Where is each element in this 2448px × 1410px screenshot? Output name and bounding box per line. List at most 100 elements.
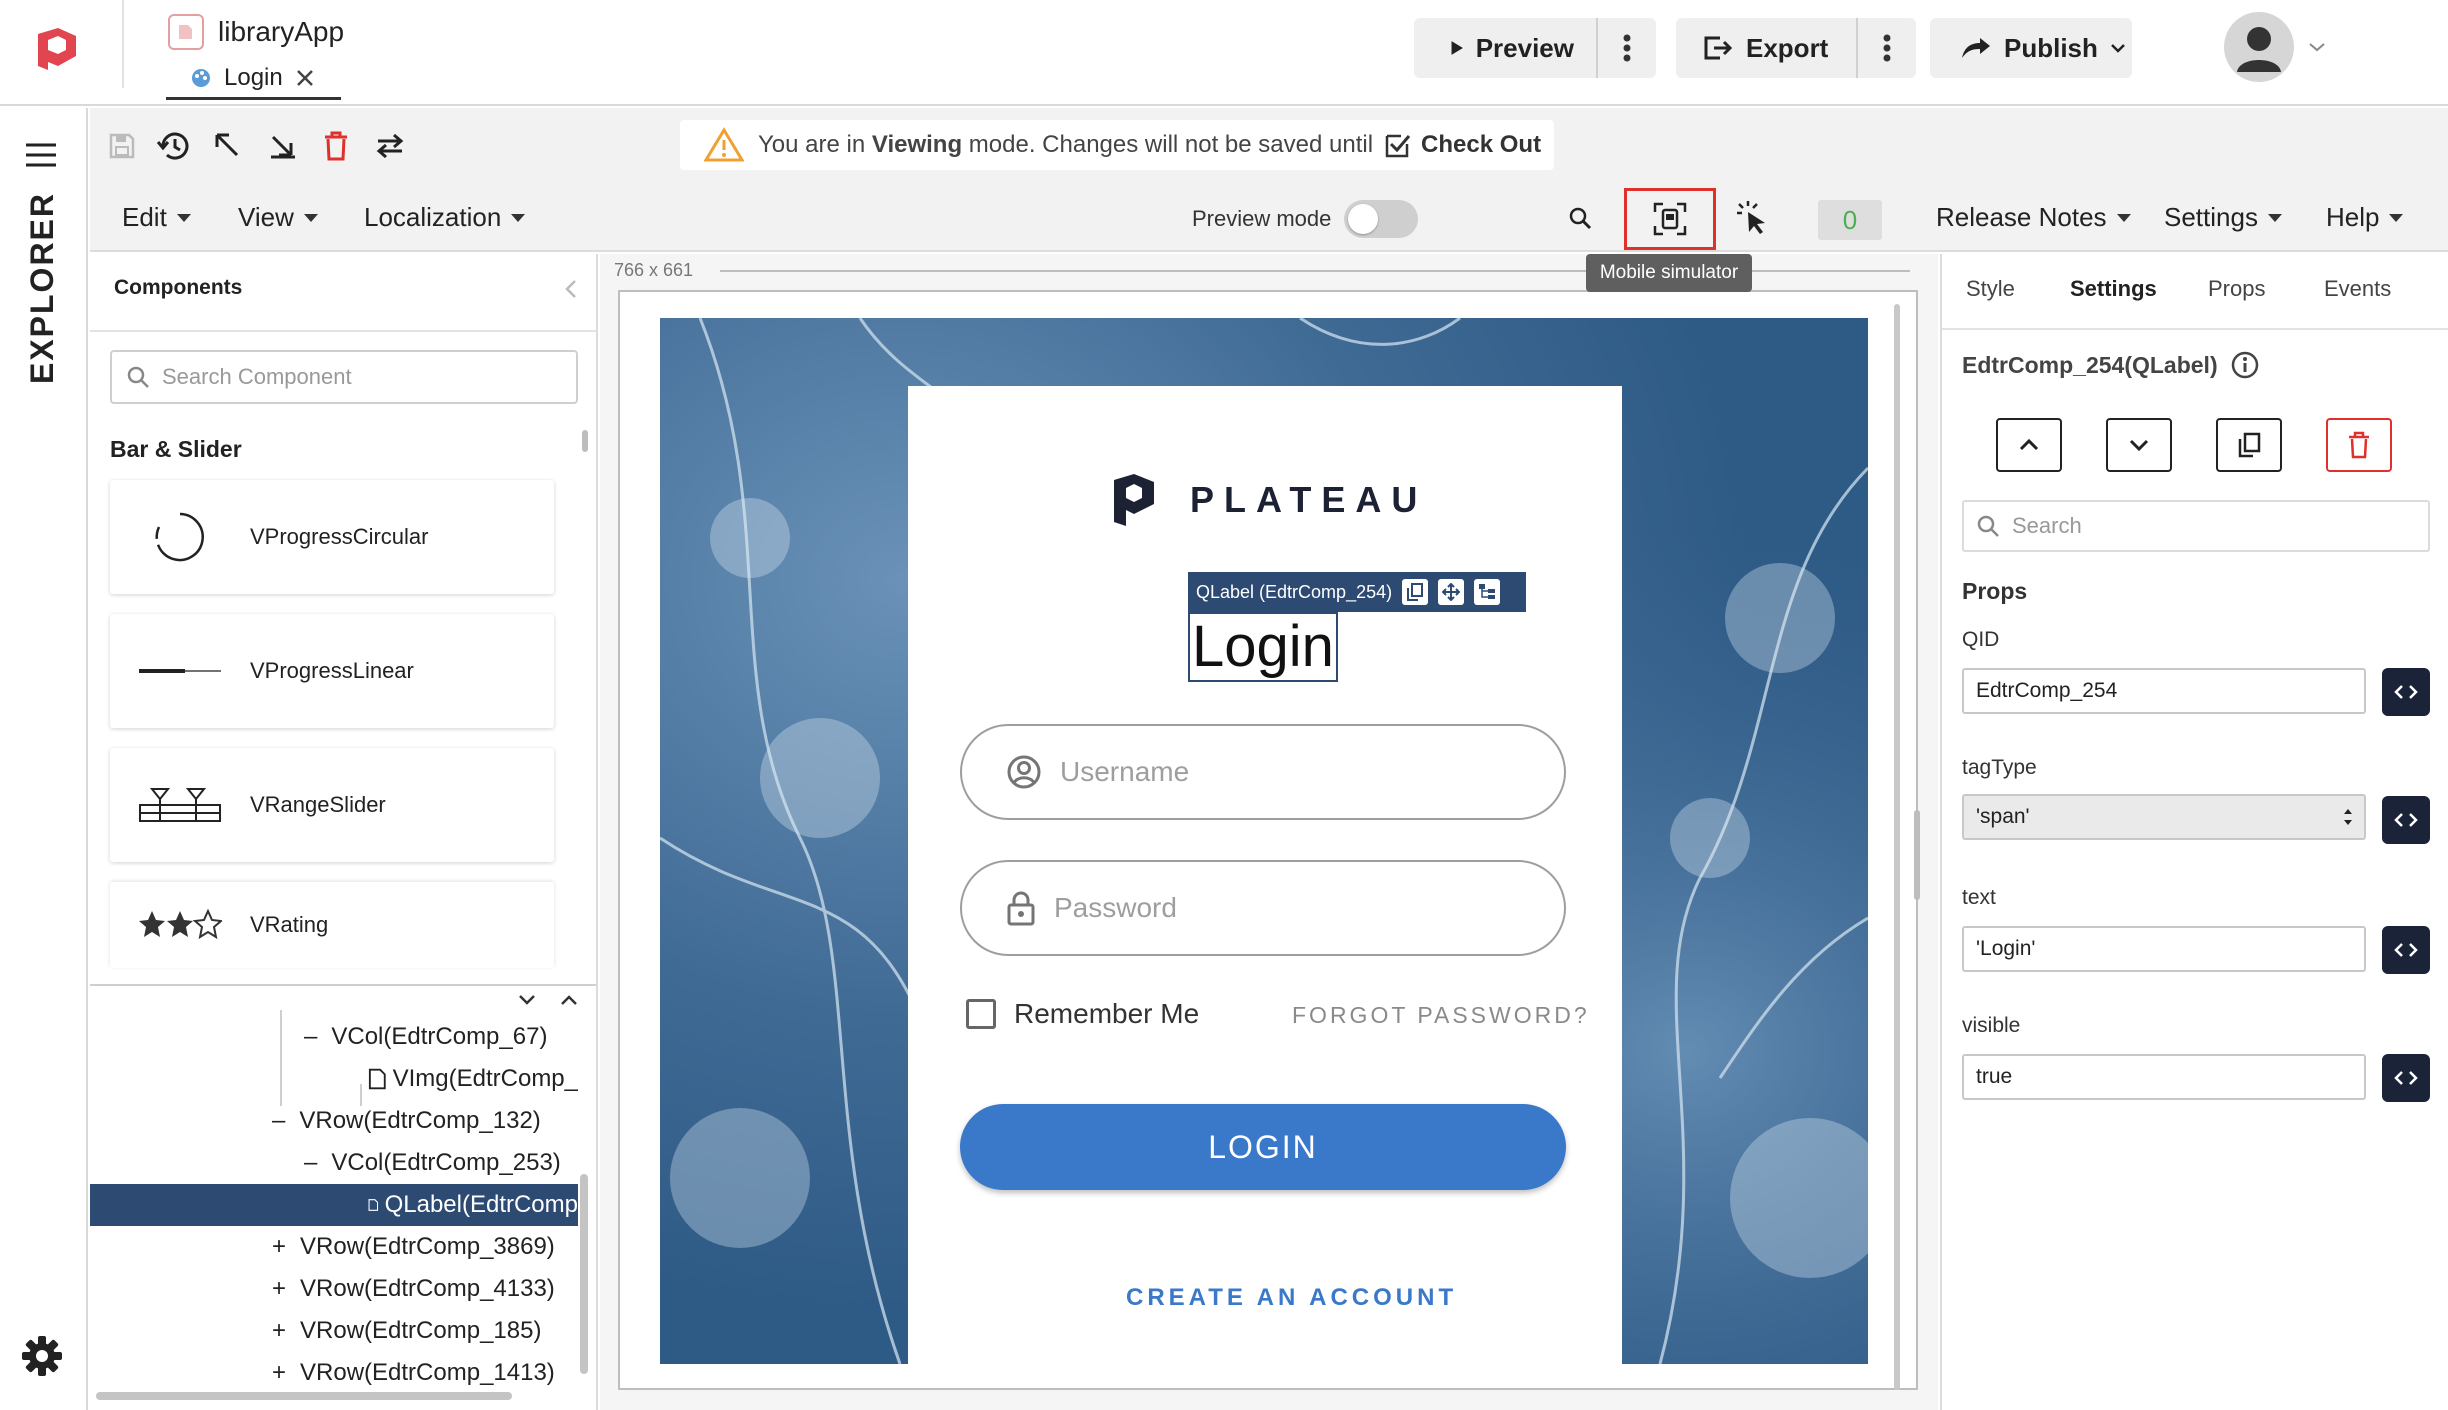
- tree-row[interactable]: + VRow(EdtrComp_3869): [90, 1226, 578, 1268]
- resize-handle[interactable]: [1914, 810, 1920, 900]
- tree-label: VCol(EdtrComp_253): [331, 1149, 561, 1176]
- user-menu[interactable]: [2224, 12, 2326, 82]
- qid-field[interactable]: EdtrComp_254: [1962, 668, 2366, 714]
- component-card-vprogresscircular[interactable]: VProgressCircular: [110, 480, 554, 594]
- export-button[interactable]: Export: [1676, 18, 1856, 78]
- app-logo-icon[interactable]: [34, 26, 80, 72]
- props-search-input[interactable]: Search: [1962, 500, 2430, 552]
- visible-field[interactable]: true: [1962, 1054, 2366, 1100]
- text-field[interactable]: 'Login': [1962, 926, 2366, 972]
- history-icon[interactable]: [154, 126, 194, 166]
- delete-component-button[interactable]: [2326, 418, 2392, 472]
- caret-down-icon: [176, 213, 191, 222]
- tree-scrollbar[interactable]: [580, 1174, 588, 1374]
- menu-view-label: View: [238, 202, 294, 232]
- publish-button[interactable]: Publish: [1930, 18, 2132, 78]
- more-vert-icon[interactable]: [1598, 18, 1656, 78]
- tree-toggle[interactable]: +: [272, 1359, 286, 1387]
- tab-props[interactable]: Props: [2208, 276, 2265, 302]
- page-tab-login[interactable]: Login: [166, 58, 341, 100]
- menu-release-notes[interactable]: Release Notes: [1936, 202, 2131, 233]
- tree-row[interactable]: – VRow(EdtrComp_132): [90, 1100, 578, 1142]
- settings-gear-icon[interactable]: [20, 1334, 64, 1378]
- change-counter-badge[interactable]: 0: [1818, 200, 1882, 240]
- login-title[interactable]: Login: [1188, 612, 1338, 682]
- username-input[interactable]: Username: [960, 724, 1566, 820]
- select-child-icon[interactable]: [262, 126, 302, 166]
- tree-row[interactable]: – VCol(EdtrComp_67): [90, 1016, 578, 1058]
- checkbox[interactable]: [966, 999, 996, 1029]
- selection-toolbar: QLabel (EdtrComp_254): [1188, 572, 1526, 612]
- move-down-button[interactable]: [2106, 418, 2172, 472]
- horizontal-scrollbar[interactable]: [96, 1392, 512, 1400]
- tree-toggle[interactable]: +: [272, 1233, 286, 1261]
- close-icon[interactable]: [295, 68, 315, 88]
- preview-button[interactable]: Preview: [1414, 18, 1596, 78]
- inspect-pointer-icon[interactable]: [1736, 200, 1770, 236]
- tree-structure-icon[interactable]: [1474, 579, 1501, 605]
- tab-style[interactable]: Style: [1966, 276, 2015, 302]
- play-icon: [1451, 41, 1463, 55]
- move-up-button[interactable]: [1996, 418, 2062, 472]
- tree-row-selected[interactable]: QLabel(EdtrComp: [90, 1184, 578, 1226]
- tab-events[interactable]: Events: [2324, 276, 2391, 302]
- code-button[interactable]: [2382, 1054, 2430, 1102]
- check-out-button[interactable]: Check Out: [1385, 131, 1541, 159]
- tab-settings[interactable]: Settings: [2070, 276, 2157, 302]
- code-button[interactable]: [2382, 668, 2430, 716]
- tree-row[interactable]: + VRow(EdtrComp_4133): [90, 1268, 578, 1310]
- mobile-simulator-button[interactable]: [1624, 188, 1716, 250]
- tagtype-select[interactable]: 'span': [1962, 794, 2366, 840]
- move-icon[interactable]: [1438, 579, 1465, 605]
- hamburger-menu-icon[interactable]: [24, 142, 58, 168]
- menu-help[interactable]: Help: [2326, 202, 2404, 233]
- tree-toggle[interactable]: –: [272, 1107, 285, 1135]
- component-label: VRangeSlider: [250, 792, 386, 817]
- tree-toggle[interactable]: –: [304, 1023, 317, 1051]
- search-icon[interactable]: [1568, 206, 1592, 230]
- swap-icon[interactable]: [370, 126, 410, 166]
- collapse-up-icon[interactable]: [560, 994, 578, 1006]
- menu-settings[interactable]: Settings: [2164, 202, 2282, 233]
- component-card-vrangeslider[interactable]: VRangeSlider: [110, 748, 554, 862]
- duplicate-button[interactable]: [2216, 418, 2282, 472]
- more-vert-icon[interactable]: [1858, 18, 1916, 78]
- preview-mode-toggle[interactable]: [1344, 200, 1418, 238]
- tree-toggle[interactable]: –: [304, 1149, 317, 1177]
- remember-me-checkbox[interactable]: Remember Me: [966, 998, 1199, 1030]
- tree-row[interactable]: + VRow(EdtrComp_1413): [90, 1352, 578, 1394]
- login-button[interactable]: LOGIN: [960, 1104, 1566, 1190]
- tree-toggle[interactable]: +: [272, 1275, 286, 1303]
- notice-mode: Viewing: [871, 131, 963, 158]
- scrollbar-thumb[interactable]: [582, 430, 588, 452]
- code-button[interactable]: [2382, 796, 2430, 844]
- password-input[interactable]: Password: [960, 860, 1566, 956]
- collapse-panel-icon[interactable]: [564, 278, 578, 300]
- forgot-password-link[interactable]: FORGOT PASSWORD?: [1292, 1002, 1590, 1029]
- info-icon[interactable]: [2230, 350, 2260, 380]
- copy-icon[interactable]: [1402, 579, 1429, 605]
- select-parent-icon[interactable]: [208, 126, 248, 166]
- component-card-vrating[interactable]: VRating: [110, 882, 554, 968]
- menu-localization[interactable]: Localization: [364, 202, 526, 233]
- explorer-label[interactable]: EXPLORER: [20, 192, 64, 384]
- caret-down-icon: [303, 213, 318, 222]
- code-button[interactable]: [2382, 926, 2430, 974]
- component-title: EdtrComp_254(QLabel): [1962, 351, 2218, 378]
- tree-row[interactable]: VImg(EdtrComp_: [90, 1058, 578, 1100]
- tree-toggle[interactable]: +: [272, 1317, 286, 1345]
- expand-down-icon[interactable]: [518, 994, 536, 1006]
- tree-row[interactable]: – VCol(EdtrComp_253): [90, 1142, 578, 1184]
- search-icon: [127, 366, 149, 388]
- tree-row[interactable]: + VRow(EdtrComp_185): [90, 1310, 578, 1352]
- save-icon[interactable]: [102, 126, 142, 166]
- menu-edit[interactable]: Edit: [122, 202, 191, 233]
- create-account-link[interactable]: CREATE AN ACCOUNT: [1126, 1284, 1457, 1312]
- components-title: Components: [114, 276, 243, 299]
- menu-view[interactable]: View: [238, 202, 318, 233]
- delete-icon[interactable]: [316, 126, 356, 166]
- canvas-scrollbar[interactable]: [1894, 304, 1900, 1390]
- search-component-input[interactable]: Search Component: [110, 350, 578, 404]
- explorer-strip: EXPLORER: [0, 108, 88, 1410]
- component-card-vprogresslinear[interactable]: VProgressLinear: [110, 614, 554, 728]
